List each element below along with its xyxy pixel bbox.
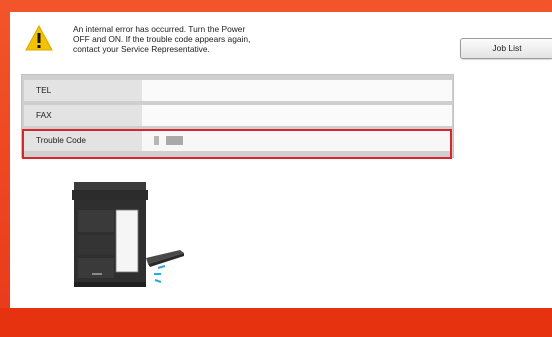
main-panel: An internal error has occurred. Turn the… — [10, 12, 552, 308]
error-message-line1: An internal error has occurred. Turn the… — [73, 24, 246, 34]
error-message-area: An internal error has occurred. Turn the… — [25, 24, 385, 65]
warning-icon — [25, 25, 53, 51]
bottom-status-bar — [0, 308, 552, 337]
tel-value — [142, 80, 452, 101]
printer-icon — [72, 182, 184, 287]
fax-label: FAX — [24, 105, 142, 126]
tel-label: TEL — [24, 80, 142, 101]
fax-row: FAX — [24, 105, 452, 126]
error-message-line3: contact your Service Representative. — [73, 44, 210, 54]
job-list-button[interactable]: Job List — [460, 38, 552, 59]
tel-row: TEL — [24, 80, 452, 101]
error-message: An internal error has occurred. Turn the… — [73, 24, 313, 54]
error-message-line2: OFF and ON. If the trouble code appears … — [73, 34, 251, 44]
fax-value — [142, 105, 452, 126]
trouble-code-highlight — [22, 129, 452, 159]
